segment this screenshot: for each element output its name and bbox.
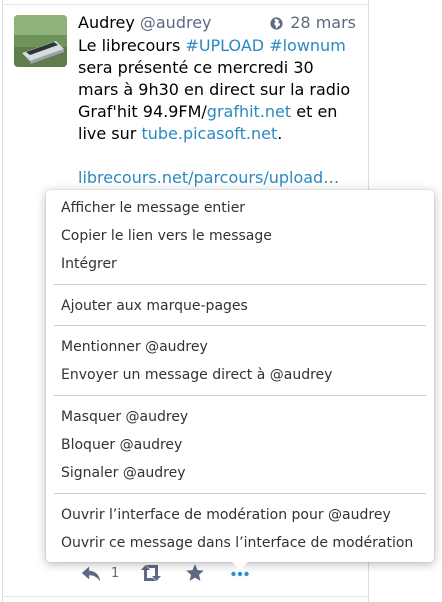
tube-link[interactable]: tube.picasoft.net <box>141 124 277 143</box>
librecours-link[interactable]: librecours.net/parcours/upload… <box>78 168 339 187</box>
favourite-button[interactable] <box>184 562 206 588</box>
content-text: et en <box>291 102 338 121</box>
menu-item-report[interactable]: Signaler @audrey <box>61 464 186 482</box>
content-text: . <box>277 124 283 143</box>
content-line: sera présenté ce mercredi 30 <box>78 58 314 77</box>
content-text: Le librecours <box>78 36 186 55</box>
content-line: live sur tube.picasoft.net. <box>78 123 363 145</box>
status-dropdown-menu: Afficher le message entier Copier le lie… <box>46 190 434 570</box>
ellipsis-icon <box>230 569 250 588</box>
hashtag-link[interactable]: #lownum <box>269 36 346 55</box>
content-line: librecours.net/parcours/upload… <box>78 167 363 189</box>
status-content: Le librecours #UPLOAD #lownum sera prése… <box>78 35 363 189</box>
status-divider-bottom <box>2 596 367 597</box>
menu-item-direct-message[interactable]: Envoyer un message direct à @audrey <box>61 366 332 384</box>
menu-item-block[interactable]: Bloquer @audrey <box>61 436 182 454</box>
menu-item-mention[interactable]: Mentionner @audrey <box>61 338 208 356</box>
boost-button[interactable] <box>139 562 163 588</box>
boost-icon <box>139 565 163 588</box>
status-meta[interactable]: 28 mars <box>270 12 356 36</box>
content-line: Le librecours #UPLOAD #lownum <box>78 35 363 57</box>
hashtag-link[interactable]: #UPLOAD <box>185 36 264 55</box>
menu-item-expand-status[interactable]: Afficher le message entier <box>61 199 245 217</box>
avatar[interactable] <box>14 15 67 67</box>
menu-separator <box>54 325 426 326</box>
menu-item-bookmark[interactable]: Ajouter aux marque-pages <box>61 297 248 315</box>
star-icon <box>184 564 206 588</box>
content-text: Graf'hit 94.9FM/ <box>78 102 207 121</box>
account-handle[interactable]: @audrey <box>140 13 212 32</box>
menu-separator <box>54 284 426 285</box>
menu-arrow <box>231 561 249 570</box>
globe-icon <box>270 14 283 36</box>
status-date[interactable]: 28 mars <box>290 13 356 32</box>
content-text: live sur <box>78 124 142 143</box>
reply-icon <box>80 566 102 588</box>
menu-item-mute[interactable]: Masquer @audrey <box>61 408 188 426</box>
menu-item-moderate-status[interactable]: Ouvrir ce message dans l’interface de mo… <box>61 534 413 552</box>
menu-separator <box>54 395 426 396</box>
menu-item-copy-link[interactable]: Copier le lien vers le message <box>61 227 272 245</box>
content-line: Graf'hit 94.9FM/grafhit.net et en <box>78 101 363 123</box>
content-line: mars à 9h30 en direct sur la radio <box>78 80 351 99</box>
grafhit-link[interactable]: grafhit.net <box>207 102 291 121</box>
status-header: Audrey @audrey 28 mars <box>78 12 358 34</box>
reply-count: 1 <box>111 566 120 581</box>
menu-separator <box>54 493 426 494</box>
menu-item-embed[interactable]: Intégrer <box>61 255 117 273</box>
status-divider-top <box>2 4 367 5</box>
reply-button[interactable] <box>80 562 102 588</box>
menu-item-moderate-account[interactable]: Ouvrir l’interface de modération pour @a… <box>61 506 391 524</box>
content-blank-line <box>78 145 363 167</box>
display-name[interactable]: Audrey <box>78 13 135 32</box>
